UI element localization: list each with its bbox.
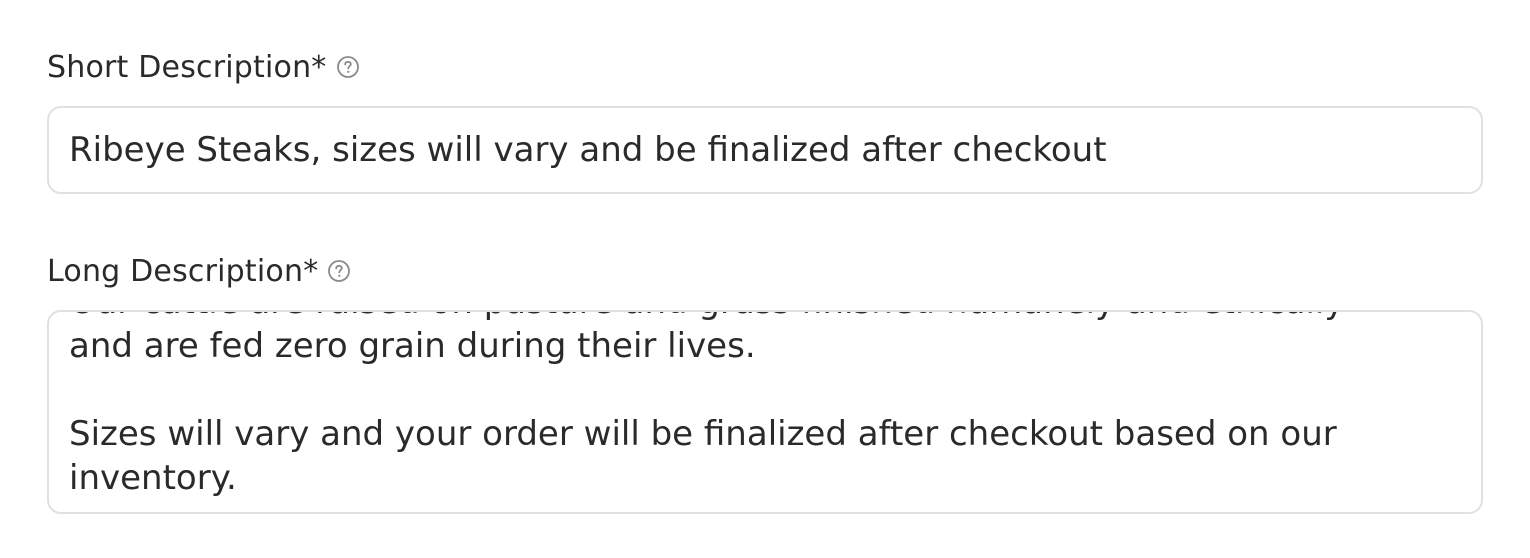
- long-description-label-row: Long Description*: [47, 251, 352, 291]
- short-description-label-row: Short Description*: [47, 47, 361, 87]
- short-description-label: Short Description*: [47, 49, 327, 85]
- long-description-field: Our cattle are raised on pasture and gra…: [47, 310, 1483, 514]
- short-description-field: [47, 106, 1483, 194]
- long-description-textarea[interactable]: Our cattle are raised on pasture and gra…: [49, 312, 1481, 512]
- long-description-label: Long Description*: [47, 253, 319, 289]
- help-icon[interactable]: [326, 258, 352, 284]
- short-description-input[interactable]: [49, 108, 1481, 192]
- help-icon[interactable]: [335, 54, 361, 80]
